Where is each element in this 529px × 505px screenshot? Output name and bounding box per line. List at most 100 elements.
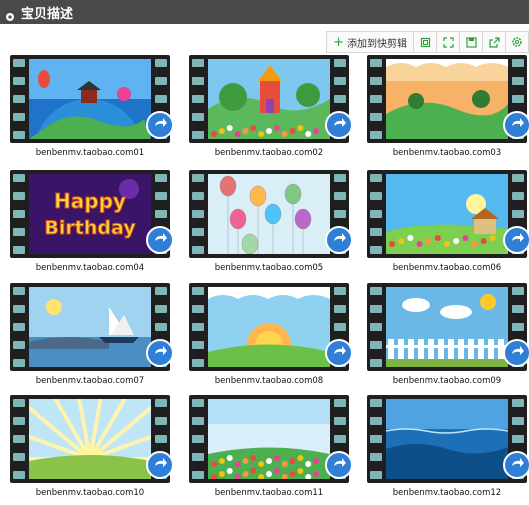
scene-image	[386, 59, 508, 139]
settings-button[interactable]	[505, 32, 528, 52]
film-hole	[370, 59, 382, 67]
play-arrow-icon[interactable]	[503, 339, 529, 367]
video-thumbnail-item[interactable]: Happy Birthday benbenmv.taobao.com04	[10, 170, 180, 280]
film-hole	[512, 435, 524, 443]
play-arrow-icon[interactable]	[146, 226, 174, 254]
section-header: 宝贝描述	[0, 0, 529, 24]
film-hole	[370, 323, 382, 331]
scene-image	[29, 59, 151, 139]
film-hole	[192, 77, 204, 85]
thumbnail-label: benbenmv.taobao.com01	[35, 148, 145, 158]
video-thumbnail-item[interactable]: benbenmv.taobao.com12	[367, 395, 529, 505]
play-arrow-icon[interactable]	[325, 111, 353, 139]
film-hole	[13, 287, 25, 295]
play-arrow-icon[interactable]	[146, 451, 174, 479]
film-hole	[13, 341, 25, 349]
film-hole	[512, 305, 524, 313]
film-holes-left	[13, 399, 25, 479]
video-thumbnail-item[interactable]: benbenmv.taobao.com10	[10, 395, 180, 505]
thumbnail-label: benbenmv.taobao.com08	[214, 376, 324, 386]
film-hole	[13, 210, 25, 218]
video-thumbnail-item[interactable]: benbenmv.taobao.com02	[189, 55, 359, 165]
play-arrow-icon[interactable]	[325, 339, 353, 367]
play-arrow-icon[interactable]	[503, 451, 529, 479]
film-hole	[370, 95, 382, 103]
video-thumbnail-item[interactable]: benbenmv.taobao.com08	[189, 283, 359, 393]
share-icon	[488, 36, 500, 48]
scene-image: Happy Birthday	[29, 174, 151, 254]
video-thumbnail-item[interactable]: benbenmv.taobao.com03	[367, 55, 529, 165]
video-thumbnail-item[interactable]: benbenmv.taobao.com11	[189, 395, 359, 505]
thumbnail-label: benbenmv.taobao.com04	[35, 263, 145, 273]
film-hole	[192, 471, 204, 479]
scene-image	[386, 174, 508, 254]
video-thumbnail-item[interactable]: benbenmv.taobao.com05	[189, 170, 359, 280]
thumbnail-label: benbenmv.taobao.com11	[214, 488, 324, 498]
settings-icon	[512, 37, 522, 47]
film-hole	[192, 305, 204, 313]
play-arrow-icon[interactable]	[146, 339, 174, 367]
video-thumbnail-item[interactable]: benbenmv.taobao.com06	[367, 170, 529, 280]
thumbnail-label: benbenmv.taobao.com09	[392, 376, 502, 386]
film-hole	[370, 77, 382, 85]
play-arrow-icon[interactable]	[325, 451, 353, 479]
film-hole	[192, 131, 204, 139]
film-hole	[13, 174, 25, 182]
film-hole	[13, 471, 25, 479]
play-arrow-icon[interactable]	[325, 226, 353, 254]
film-hole	[13, 228, 25, 236]
film-hole	[192, 453, 204, 461]
film-hole	[512, 59, 524, 67]
film-hole	[370, 435, 382, 443]
film-hole	[512, 95, 524, 103]
crop-icon	[420, 37, 430, 47]
scene-image	[208, 59, 330, 139]
film-hole	[192, 399, 204, 407]
thumbnail-label: benbenmv.taobao.com07	[35, 376, 145, 386]
film-hole	[155, 287, 167, 295]
film-hole	[334, 435, 346, 443]
save-button[interactable]	[459, 32, 482, 52]
expand-button[interactable]	[436, 32, 459, 52]
film-hole	[13, 323, 25, 331]
film-hole	[13, 305, 25, 313]
thumbnail-label: benbenmv.taobao.com03	[392, 148, 502, 158]
film-holes-left	[192, 59, 204, 139]
film-hole	[512, 77, 524, 85]
video-thumbnail-item[interactable]: benbenmv.taobao.com01	[10, 55, 180, 165]
film-hole	[370, 305, 382, 313]
film-hole	[370, 131, 382, 139]
film-hole	[334, 95, 346, 103]
film-hole	[192, 210, 204, 218]
scene-image	[386, 399, 508, 479]
film-hole	[370, 174, 382, 182]
play-arrow-icon[interactable]	[503, 111, 529, 139]
film-hole	[192, 435, 204, 443]
crop-button[interactable]	[413, 32, 436, 52]
save-icon	[465, 36, 477, 48]
film-hole	[192, 59, 204, 67]
film-hole	[512, 287, 524, 295]
thumbnail-label: benbenmv.taobao.com06	[392, 263, 502, 273]
add-to-quick-edit-button[interactable]: + 添加到快剪辑	[327, 32, 413, 52]
film-hole	[155, 323, 167, 331]
film-hole	[334, 192, 346, 200]
video-thumbnail-item[interactable]: benbenmv.taobao.com07	[10, 283, 180, 393]
share-button[interactable]	[482, 32, 505, 52]
add-to-quick-edit-label: 添加到快剪辑	[347, 38, 407, 50]
film-hole	[13, 359, 25, 367]
expand-icon	[442, 36, 454, 48]
film-holes-left	[192, 399, 204, 479]
toolbar: + 添加到快剪辑	[326, 31, 529, 53]
film-hole	[370, 192, 382, 200]
play-arrow-icon[interactable]	[146, 111, 174, 139]
film-holes-left	[192, 174, 204, 254]
play-arrow-icon[interactable]	[503, 226, 529, 254]
plus-icon: +	[333, 34, 344, 50]
thumbnail-label: benbenmv.taobao.com02	[214, 148, 324, 158]
scene-image	[386, 287, 508, 367]
film-hole	[512, 417, 524, 425]
film-hole	[334, 305, 346, 313]
video-thumbnail-item[interactable]: benbenmv.taobao.com09	[367, 283, 529, 393]
film-hole	[370, 399, 382, 407]
